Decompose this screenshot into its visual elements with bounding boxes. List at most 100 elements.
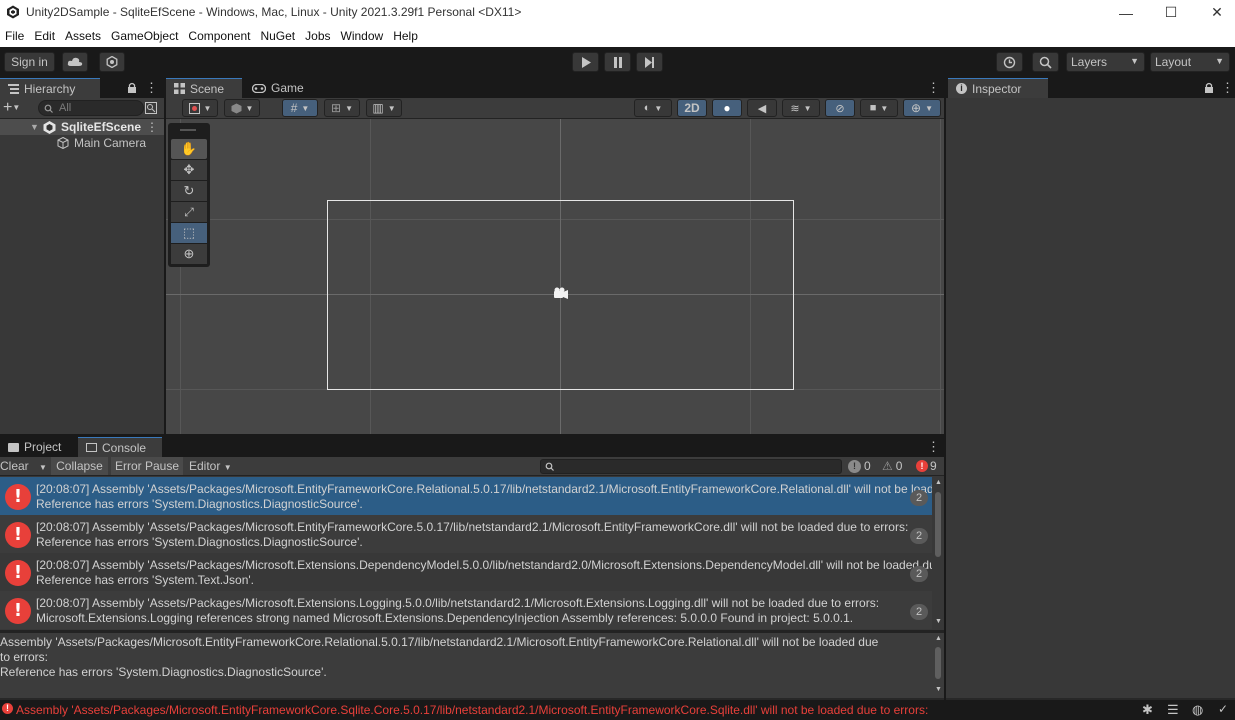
menu-jobs[interactable]: Jobs — [300, 25, 335, 47]
menu-edit[interactable]: Edit — [29, 25, 60, 47]
hierarchy-search-input[interactable]: All — [38, 100, 144, 116]
info-count-toggle[interactable]: ! 0 — [848, 458, 871, 474]
lock-icon[interactable] — [1204, 82, 1214, 93]
hand-tool-button[interactable]: ✋ — [171, 139, 207, 159]
drag-handle[interactable] — [180, 129, 196, 131]
step-button[interactable] — [636, 52, 663, 72]
draw-mode-dropdown[interactable]: ▼ — [182, 99, 218, 117]
error-count-toggle[interactable]: ! 9 — [916, 458, 937, 474]
layers-dropdown[interactable]: Layers ▼ — [1066, 52, 1145, 72]
scrollbar-thumb[interactable] — [935, 647, 941, 679]
pause-button[interactable] — [604, 52, 631, 72]
log-entry[interactable]: ! [20:08:07] Assembly 'Assets/Packages/M… — [0, 477, 944, 515]
menu-component[interactable]: Component — [183, 25, 255, 47]
camera-gizmo-icon[interactable] — [554, 287, 568, 300]
tab-project[interactable]: Project — [0, 437, 78, 457]
audio-toggle[interactable]: ◀ — [747, 99, 777, 117]
scrollbar-thumb[interactable] — [935, 492, 941, 557]
2d-mode-toggle[interactable]: 2D — [677, 99, 707, 117]
check-circle-icon[interactable]: ✓ — [1218, 702, 1228, 716]
close-button[interactable]: ✕ — [1194, 0, 1235, 25]
scene-menu-icon[interactable]: ⋮ — [146, 120, 158, 134]
status-message[interactable]: Assembly 'Assets/Packages/Microsoft.Enti… — [16, 703, 928, 717]
scene-toolbar: ▼ ▼ # ▼ ⊞ ▼ ▥ ▼ ◐ ▼ 2D ● ◀ ≋ ▼ ⊘ ■ ▼ ⊕ ▼ — [166, 98, 944, 119]
sign-in-button[interactable]: Sign in — [4, 52, 55, 72]
console-search-input[interactable] — [540, 459, 842, 474]
scene-row[interactable]: ▼ SqliteEfScene ⋮ — [0, 119, 164, 135]
hierarchy-item-main-camera[interactable]: Main Camera — [0, 135, 164, 151]
menu-gameobject[interactable]: GameObject — [106, 25, 183, 47]
rotate-icon: ↻ — [183, 183, 195, 198]
tab-game[interactable]: Game — [244, 78, 314, 98]
tab-hierarchy[interactable]: Hierarchy — [0, 78, 100, 98]
scene-viewport[interactable] — [166, 119, 944, 434]
log-scrollbar[interactable]: ▲ ▼ — [932, 477, 944, 629]
log-entry[interactable]: ! [20:08:07] Assembly 'Assets/Packages/M… — [0, 515, 932, 553]
scene-visibility-toggle[interactable]: ⊘ — [825, 99, 855, 117]
menu-window[interactable]: Window — [336, 25, 389, 47]
scene-menu-icon[interactable]: ⋮ — [927, 80, 940, 96]
align-dropdown[interactable]: ▥ ▼ — [366, 99, 402, 117]
hierarchy-menu-icon[interactable]: ⋮ — [145, 80, 158, 96]
tab-scene[interactable]: Scene — [166, 78, 242, 98]
render-mode-dropdown[interactable]: ▼ — [224, 99, 260, 117]
rotate-tool-button[interactable]: ↻ — [171, 181, 207, 201]
log-entry[interactable]: ! [20:08:07] Assembly 'Assets/Packages/M… — [0, 553, 944, 591]
scroll-up-icon[interactable]: ▲ — [935, 635, 942, 642]
move-tool-button[interactable]: ✥ — [171, 160, 207, 180]
log-entry[interactable]: ! [20:08:07] Assembly 'Assets/Packages/M… — [0, 591, 932, 629]
maximize-button[interactable]: ☐ — [1148, 0, 1194, 25]
cache-server-icon[interactable]: ☰ — [1167, 702, 1179, 718]
search-button[interactable] — [1032, 52, 1059, 72]
inspector-menu-icon[interactable]: ⋮ — [1221, 80, 1234, 96]
undo-history-button[interactable] — [996, 52, 1023, 72]
shading-mode-dropdown[interactable]: ◐ ▼ — [634, 99, 672, 117]
transform-tool-button[interactable]: ⊕ — [171, 244, 207, 264]
console-menu-icon[interactable]: ⋮ — [927, 439, 940, 455]
increment-snap-dropdown[interactable]: ⊞ ▼ — [324, 99, 360, 117]
lock-icon[interactable] — [127, 82, 137, 93]
gizmos-dropdown[interactable]: ⊕ ▼ — [903, 99, 941, 117]
scale-tool-button[interactable]: ⤢ — [171, 202, 207, 222]
light-bulb-icon: ● — [723, 101, 731, 115]
services-button[interactable] — [99, 52, 125, 72]
menu-help[interactable]: Help — [388, 25, 423, 47]
detail-scrollbar[interactable]: ▲ ▼ — [932, 633, 944, 698]
create-button[interactable]: +▼ — [3, 100, 29, 116]
scroll-down-icon[interactable]: ▼ — [935, 686, 942, 693]
lighting-toggle[interactable]: ● — [712, 99, 742, 117]
clear-button[interactable]: Clear ▼ — [0, 457, 48, 475]
scene-search-icon[interactable] — [145, 102, 157, 114]
search-placeholder: All — [59, 102, 72, 114]
layout-dropdown[interactable]: Layout ▼ — [1150, 52, 1230, 72]
console-icon — [86, 443, 97, 452]
error-icon: ! — [916, 460, 928, 472]
collapse-toggle[interactable]: Collapse — [51, 457, 108, 475]
chevron-down-icon: ▼ — [345, 103, 353, 113]
expand-arrow-icon[interactable]: ▼ — [30, 122, 39, 132]
camera-dropdown[interactable]: ■ ▼ — [860, 99, 898, 117]
menu-nuget[interactable]: NuGet — [255, 25, 300, 47]
rect-tool-button[interactable]: ⬚ — [171, 223, 207, 243]
scroll-up-icon[interactable]: ▲ — [935, 479, 942, 486]
tab-console[interactable]: Console — [78, 437, 162, 457]
play-button[interactable] — [572, 52, 599, 72]
cloud-button[interactable] — [62, 52, 88, 72]
warning-count-toggle[interactable]: ⚠ 0 — [882, 458, 902, 474]
snap-icon: ⊞ — [331, 101, 342, 115]
scroll-down-icon[interactable]: ▼ — [935, 618, 942, 625]
sphere-icon: ◐ — [643, 102, 651, 114]
bug-icon[interactable]: ✱ — [1142, 702, 1153, 718]
search-icon — [545, 462, 554, 471]
error-pause-toggle[interactable]: Error Pause — [111, 457, 183, 475]
plus-icon: + — [3, 99, 13, 116]
grid-snap-toggle[interactable]: # ▼ — [282, 99, 318, 117]
effects-dropdown[interactable]: ≋ ▼ — [782, 99, 820, 117]
play-icon — [581, 56, 591, 68]
tab-inspector[interactable]: i Inspector — [948, 78, 1048, 98]
menu-assets[interactable]: Assets — [60, 25, 106, 47]
menu-file[interactable]: File — [0, 25, 29, 47]
progress-spinner-icon[interactable]: ◍ — [1192, 702, 1203, 718]
minimize-button[interactable]: — — [1103, 0, 1149, 25]
editor-dropdown[interactable]: Editor ▼ — [186, 457, 236, 475]
